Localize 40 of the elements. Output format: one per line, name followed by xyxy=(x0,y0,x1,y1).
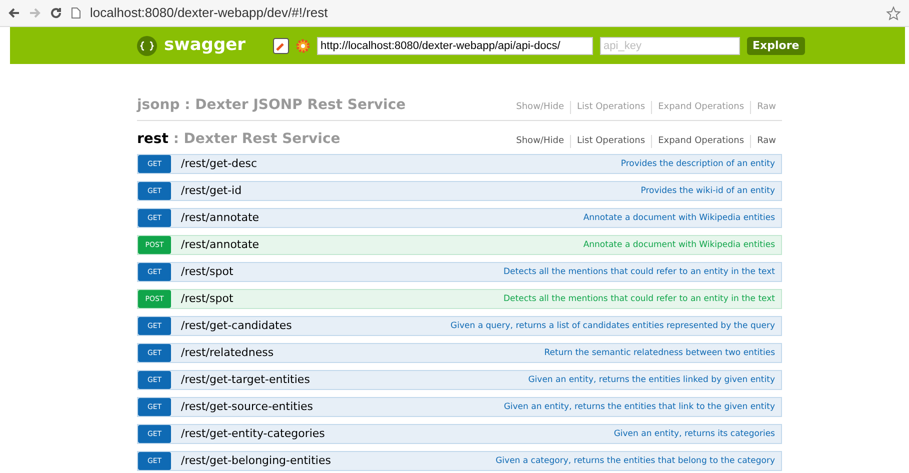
operation-path: /rest/spot xyxy=(181,264,234,280)
operation-path: /rest/annotate xyxy=(181,236,260,253)
operation-summary: Given a category, returns the entities that belong to the category xyxy=(496,454,775,468)
operation-path: /rest/relatedness xyxy=(181,344,274,361)
resource-title[interactable]: rest : Dexter Rest Service xyxy=(137,129,340,150)
back-icon[interactable] xyxy=(8,7,20,19)
gear-icon[interactable] xyxy=(294,38,311,54)
address-bar-url[interactable]: localhost:8080/dexter-webapp/dev/#!/rest xyxy=(90,3,328,23)
operation-summary: Given an entity, returns its categories xyxy=(614,428,775,440)
operation-path: /rest/get-target-entities xyxy=(181,372,310,388)
operation-summary: Return the semantic relatedness between two entities xyxy=(544,346,775,360)
brand-name: swagger xyxy=(164,34,246,57)
operation-summary: Provides the wiki-id of an entity xyxy=(640,184,775,198)
api-key-field[interactable]: api_key xyxy=(600,36,740,54)
resource-action-link[interactable]: Raw xyxy=(750,134,782,148)
operation-summary: Given an entity, returns the entities that link to the given entity xyxy=(504,400,775,414)
resource-action-link[interactable]: List Operations xyxy=(570,134,652,148)
logo-icon xyxy=(137,36,157,56)
operation-summary: Annotate a document with Wikipedia entities xyxy=(583,212,775,224)
api-url-field[interactable]: http://localhost:8080/dexter-webapp/api/api-docs/ xyxy=(316,36,593,54)
operation-summary: Detects all the mentions that could refer to an entity in the text xyxy=(504,292,775,306)
operation-path: /rest/get-source-entities xyxy=(181,398,314,415)
resource-action-link[interactable]: Show/Hide xyxy=(510,134,570,148)
reload-icon[interactable] xyxy=(50,7,62,19)
operation-path: /rest/get-id xyxy=(181,182,242,199)
operation-path: /rest/get-desc xyxy=(181,156,258,172)
operation-path: /rest/spot xyxy=(181,290,234,307)
operation-path: /rest/get-entity-categories xyxy=(181,426,325,442)
star-icon[interactable] xyxy=(886,6,901,20)
operation-summary: Given an entity, returns the entities linked by given entity xyxy=(528,374,775,386)
operation-summary: Annotate a document with Wikipedia entities xyxy=(583,238,775,252)
operation-path: /rest/annotate xyxy=(181,210,260,226)
operation-summary: Provides the description of an entity xyxy=(620,158,775,170)
resource-action-link[interactable]: Expand Operations xyxy=(651,134,750,148)
operation-path: /rest/get-candidates xyxy=(181,318,292,334)
operation-summary: Detects all the mentions that could refer to an entity in the text xyxy=(504,266,775,278)
page-icon xyxy=(71,7,81,19)
explore-button[interactable]: Explore xyxy=(746,36,806,54)
operation-path: /rest/get-belonging-entities xyxy=(181,452,331,469)
operation-summary: Given a query, returns a list of candidates entities represented by the query xyxy=(450,320,775,332)
